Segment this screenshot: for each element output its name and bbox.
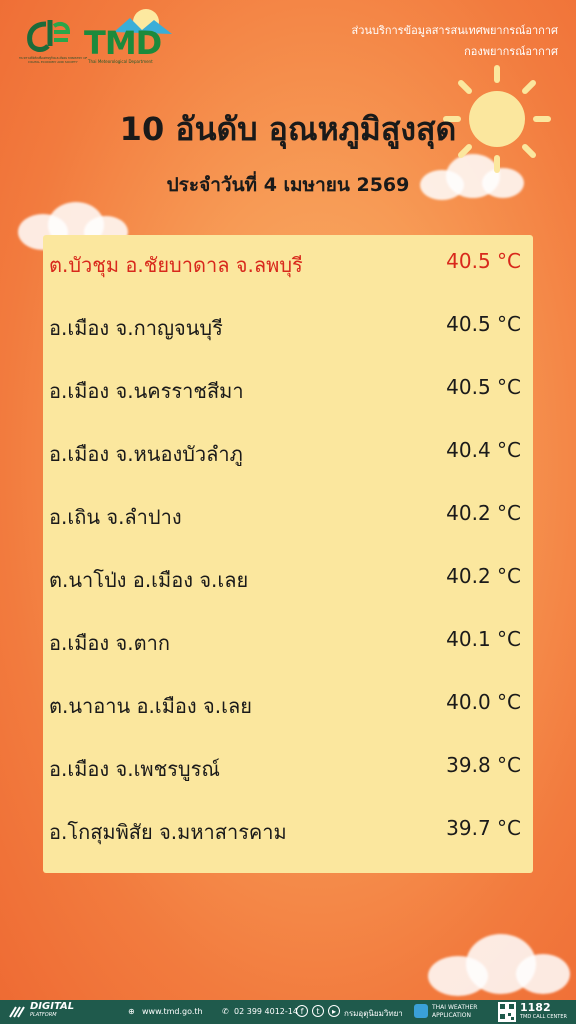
row-place: ต.นาโป่ง อ.เมือง จ.เลย xyxy=(49,568,249,592)
row-place: อ.เถิน จ.ลำปาง xyxy=(49,505,182,529)
row-place: ต.บัวชุม อ.ชัยบาดาล จ.ลพบุรี xyxy=(49,253,303,277)
row-temp: 40.5 °C xyxy=(446,312,521,336)
row-place: อ.เมือง จ.นครราชสีมา xyxy=(49,379,244,403)
table-row: อ.เมือง จ.นครราชสีมา 40.5 °C xyxy=(43,369,533,409)
row-temp: 40.4 °C xyxy=(446,438,521,462)
row-temp: 40.2 °C xyxy=(446,564,521,588)
digital-platform-logo: DIGITAL PLATFORM xyxy=(30,1001,75,1019)
table-row: อ.เมือง จ.หนองบัวลำภู 40.4 °C xyxy=(43,432,533,472)
mdes-logo-caption: กระทรวงดิจิทัลเพื่อเศรษฐกิจและสังคม MINI… xyxy=(18,56,88,64)
footer-bar: DIGITAL PLATFORM ⊕ www.tmd.go.th ✆ 02 39… xyxy=(0,1000,576,1024)
digital-platform-icon xyxy=(9,1006,25,1018)
table-row: อ.เมือง จ.ตาก 40.1 °C xyxy=(43,621,533,661)
row-place: ต.นาอาน อ.เมือง จ.เลย xyxy=(49,694,252,718)
weather-app-label: THAI WEATHER APPLICATION xyxy=(432,1004,478,1019)
facebook-icon[interactable]: f xyxy=(296,1005,308,1017)
row-temp: 39.8 °C xyxy=(446,753,521,777)
table-row: อ.เมือง จ.กาญจนบุรี 40.5 °C xyxy=(43,306,533,346)
table-row: ต.บัวชุม อ.ชัยบาดาล จ.ลพบุรี 40.5 °C xyxy=(43,243,533,283)
phone-number: 02 399 4012-14 xyxy=(234,1007,298,1016)
tmd-logo-text: TMD xyxy=(84,24,162,62)
cloud-bottom-right xyxy=(420,928,570,1003)
hotline-number: 1182 xyxy=(520,1001,551,1014)
twitter-icon[interactable]: t xyxy=(312,1005,324,1017)
table-row: อ.เถิน จ.ลำปาง 40.2 °C xyxy=(43,495,533,535)
row-temp: 39.7 °C xyxy=(446,816,521,840)
youtube-icon[interactable]: ▸ xyxy=(328,1005,340,1017)
agency-header: ส่วนบริการข้อมูลสารสนเทศพยากรณ์อากาศ กอง… xyxy=(352,20,558,62)
row-temp: 40.1 °C xyxy=(446,627,521,651)
table-row: อ.เมือง จ.เพชรบูรณ์ 39.8 °C xyxy=(43,747,533,787)
agency-line-1: ส่วนบริการข้อมูลสารสนเทศพยากรณ์อากาศ xyxy=(351,24,558,37)
call-center: 1182 TMD CALL CENTER xyxy=(520,1001,567,1021)
table-row: ต.นาโป่ง อ.เมือง จ.เลย 40.2 °C xyxy=(43,558,533,598)
digital-platform-label: DIGITAL xyxy=(30,1001,75,1012)
page-date: ประจำวันที่ 4 เมษายน 2569 xyxy=(166,174,410,196)
digital-platform-sub: PLATFORM xyxy=(30,1012,57,1018)
globe-icon: ⊕ xyxy=(128,1007,135,1016)
row-temp: 40.5 °C xyxy=(446,375,521,399)
weather-app-icon xyxy=(414,1004,428,1018)
row-temp: 40.2 °C xyxy=(446,501,521,525)
page-title: 10 อันดับ อุณหภูมิสูงสุด xyxy=(119,110,457,148)
table-row: ต.นาอาน อ.เมือง จ.เลย 40.0 °C xyxy=(43,684,533,724)
mdes-logo: กระทรวงดิจิทัลเพื่อเศรษฐกิจและสังคม MINI… xyxy=(19,16,87,68)
hotline-label: TMD CALL CENTER xyxy=(520,1014,567,1020)
row-place: อ.เมือง จ.กาญจนบุรี xyxy=(49,316,223,340)
row-temp: 40.5 °C xyxy=(446,249,521,273)
row-place: อ.เมือง จ.ตาก xyxy=(49,631,170,655)
row-place: อ.เมือง จ.หนองบัวลำภู xyxy=(49,442,243,466)
agency-name: กรมอุตุนิยมวิทยา xyxy=(344,1009,403,1018)
table-row: อ.โกสุมพิสัย จ.มหาสารคาม 39.7 °C xyxy=(43,810,533,850)
tmd-logo: TMD Thai Meteorological Department xyxy=(84,8,174,68)
website-link[interactable]: www.tmd.go.th xyxy=(142,1007,203,1016)
phone-icon: ✆ xyxy=(222,1007,229,1016)
tmd-logo-subtitle: Thai Meteorological Department xyxy=(88,59,153,64)
agency-line-2: กองพยากรณ์อากาศ xyxy=(464,45,558,58)
row-place: อ.เมือง จ.เพชรบูรณ์ xyxy=(49,757,220,781)
mdes-logo-mark xyxy=(27,20,71,52)
row-place: อ.โกสุมพิสัย จ.มหาสารคาม xyxy=(49,820,287,844)
ranking-table: ต.บัวชุม อ.ชัยบาดาล จ.ลพบุรี 40.5 °C อ.เ… xyxy=(43,235,533,873)
qr-code-icon xyxy=(498,1002,516,1022)
row-temp: 40.0 °C xyxy=(446,690,521,714)
